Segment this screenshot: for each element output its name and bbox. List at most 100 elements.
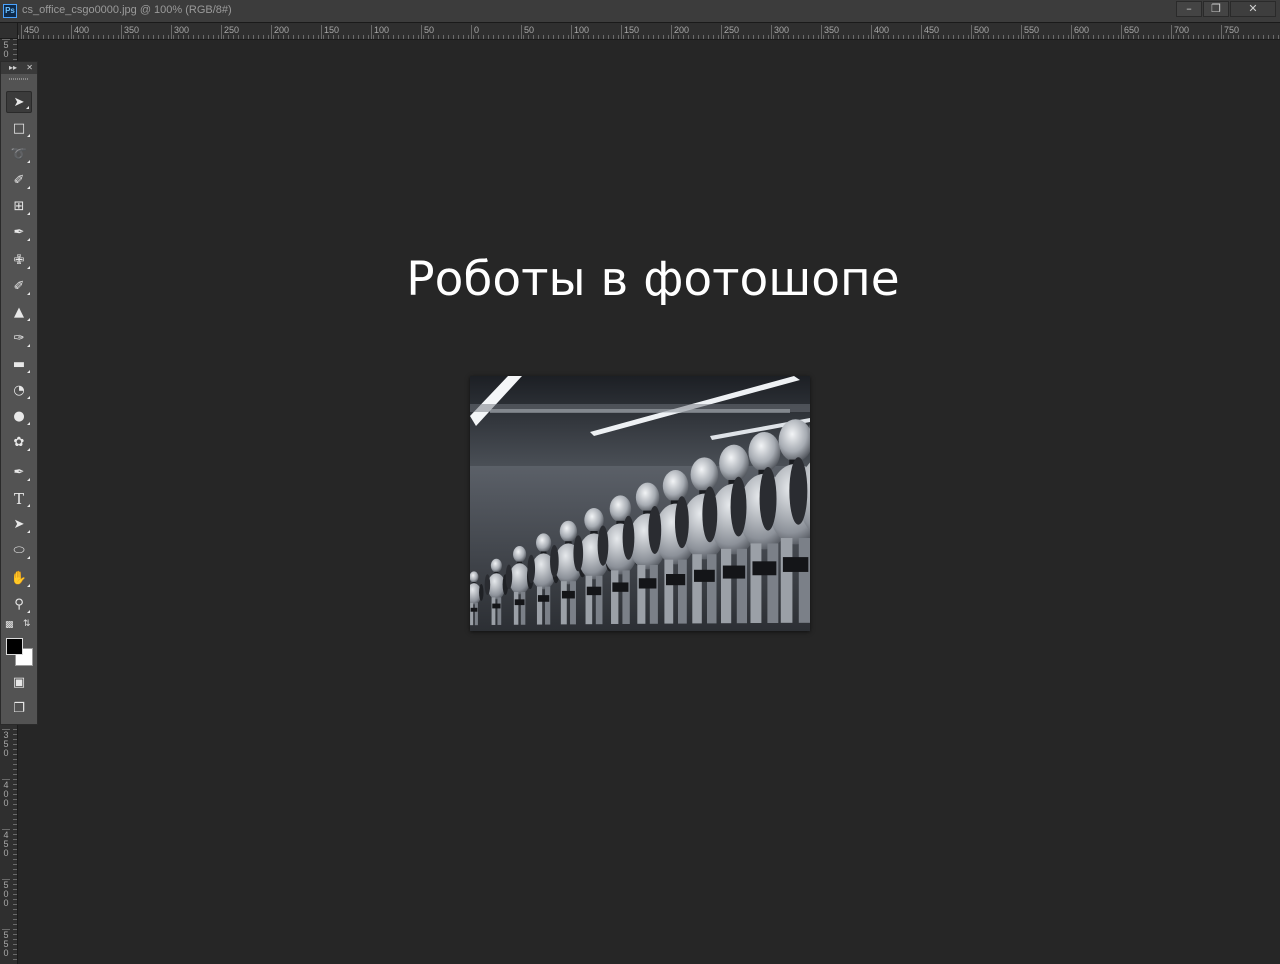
screen-mode-icon: ❐ [13,701,25,716]
tool-flyout-indicator [27,318,30,321]
quick-mask-icon: ▣ [12,675,26,690]
paint-bucket-tool-button[interactable]: ◔ [6,380,32,402]
tool-flyout-indicator [27,212,30,215]
spot-healing-brush-tool-icon: ✙ [13,253,25,268]
tool-flyout-indicator [27,396,30,399]
zoom-tool-icon: ⚲ [14,597,24,612]
ruler-tick-label: 750 [1221,25,1239,39]
quick-mask-button[interactable]: ▣ [6,672,32,694]
history-brush-tool-icon: ✑ [13,331,25,346]
tool-flyout-indicator [27,370,30,373]
collapse-panel-icon[interactable]: ▸▸ [9,62,17,74]
ruler-tick-label: 300 [771,25,789,39]
crop-tool-button[interactable]: ⊞ [6,196,32,218]
tool-flyout-indicator [27,238,30,241]
path-selection-tool-icon: ➤ [13,517,25,532]
history-brush-tool-button[interactable]: ✑ [6,328,32,350]
ruler-tick-label: 100 [571,25,589,39]
close-icon: ✕ [1248,2,1258,15]
ruler-origin[interactable] [0,23,18,39]
clone-stamp-tool-icon: ▲ [14,305,24,320]
rectangular-marquee-tool-button[interactable]: □ [6,118,32,140]
tool-flyout-indicator [27,448,30,451]
hand-tool-button[interactable]: ✋ [6,568,32,590]
brush-tool-button[interactable]: ✐ [6,276,32,298]
eyedropper-tool-icon: ✒ [13,225,25,240]
ruler-tick-label: 250 [221,25,239,39]
dodge-tool-button[interactable]: ✿ [6,432,32,454]
tool-flyout-indicator [27,344,30,347]
canvas-scroll-area[interactable] [1264,40,1280,964]
ellipse-tool-icon: ⬭ [13,543,25,558]
ellipse-tool-button[interactable]: ⬭ [6,540,32,562]
blur-tool-button[interactable]: ● [6,406,32,428]
paint-bucket-tool-icon: ◔ [13,383,25,398]
screen-mode-button[interactable]: ❐ [6,698,32,720]
eraser-tool-button[interactable]: ▬ [6,354,32,376]
ruler-tick-label: 200 [271,25,289,39]
type-tool-button[interactable]: T [6,488,32,510]
move-tool-button[interactable]: ➤ [6,91,32,113]
zoom-tool-button[interactable]: ⚲ [6,594,32,616]
panel-grip[interactable] [9,76,29,82]
default-colors-icon[interactable]: ▩ [5,620,14,630]
tool-flyout-indicator [27,504,30,507]
document-title: cs_office_csgo0000.jpg @ 100% (RGB/8#) [22,4,232,16]
ruler-tick-label: 500 [971,25,989,39]
close-button[interactable]: ✕ [1230,1,1276,17]
tool-flyout-indicator [27,292,30,295]
ruler-tick-label: 550 [2,929,10,958]
ruler-tick-label: 400 [2,779,10,808]
tool-flyout-indicator [27,422,30,425]
pen-tool-button[interactable]: ✒ [6,462,32,484]
quick-selection-tool-icon: ✐ [13,173,25,188]
horizontal-ruler[interactable]: 450 400 350 300 250 200 150 100 50 0 50 100 150 200 25… [18,23,1280,40]
tool-flyout-indicator [27,584,30,587]
path-selection-tool-button[interactable]: ➤ [6,514,32,536]
ruler-tick-label: 500 [2,879,10,908]
ruler-tick-label: 350 [2,729,10,758]
document-heading: Роботы в фотошопе [406,252,900,307]
tools-panel-header[interactable]: ▸▸ ✕ [1,62,37,74]
ruler-tick-label: 150 [321,25,339,39]
ruler-tick-label: 400 [71,25,89,39]
minimize-button[interactable]: – [1176,1,1202,17]
tool-flyout-indicator [27,530,30,533]
rectangular-marquee-tool-icon: □ [12,121,26,136]
tool-flyout-indicator [27,610,30,613]
ruler-tick-label: 350 [121,25,139,39]
ruler-tick-label: 300 [171,25,189,39]
dodge-tool-icon: ✿ [13,435,25,450]
ruler-tick-label: 550 [1021,25,1039,39]
tool-flyout-indicator [27,478,30,481]
swap-colors-icon[interactable]: ⇅ [23,619,31,629]
ruler-tick-label: 50 [521,25,534,39]
eyedropper-tool-button[interactable]: ✒ [6,222,32,244]
ruler-tick-label: 50 [421,25,434,39]
tool-flyout-indicator [26,106,29,109]
ruler-tick-label: 650 [1121,25,1139,39]
spot-healing-brush-tool-button[interactable]: ✙ [6,250,32,272]
ruler-tick-label: 250 [721,25,739,39]
title-bar: Ps cs_office_csgo0000.jpg @ 100% (RGB/8#… [0,0,1280,23]
tool-flyout-indicator [27,134,30,137]
quick-selection-tool-button[interactable]: ✐ [6,170,32,192]
panel-close-icon[interactable]: ✕ [26,62,33,74]
tool-flyout-indicator [27,266,30,269]
lasso-tool-button[interactable]: ➰ [6,144,32,166]
foreground-color-swatch[interactable] [6,638,23,655]
ruler-tick-label: 700 [1171,25,1189,39]
hand-tool-icon: ✋ [10,571,28,586]
robots-image [470,376,810,631]
tool-flyout-indicator [27,160,30,163]
ruler-tick-label: 200 [671,25,689,39]
type-tool-icon: T [13,490,24,508]
restore-button[interactable]: ❐ [1203,1,1229,17]
photoshop-app-icon: Ps [3,4,17,18]
lasso-tool-icon: ➰ [10,147,28,162]
clone-stamp-tool-button[interactable]: ▲ [6,302,32,324]
ruler-tick-label: 0 [471,25,479,39]
robots-photo [470,376,810,631]
eraser-tool-icon: ▬ [12,357,26,372]
ruler-tick-label: 450 [2,829,10,858]
